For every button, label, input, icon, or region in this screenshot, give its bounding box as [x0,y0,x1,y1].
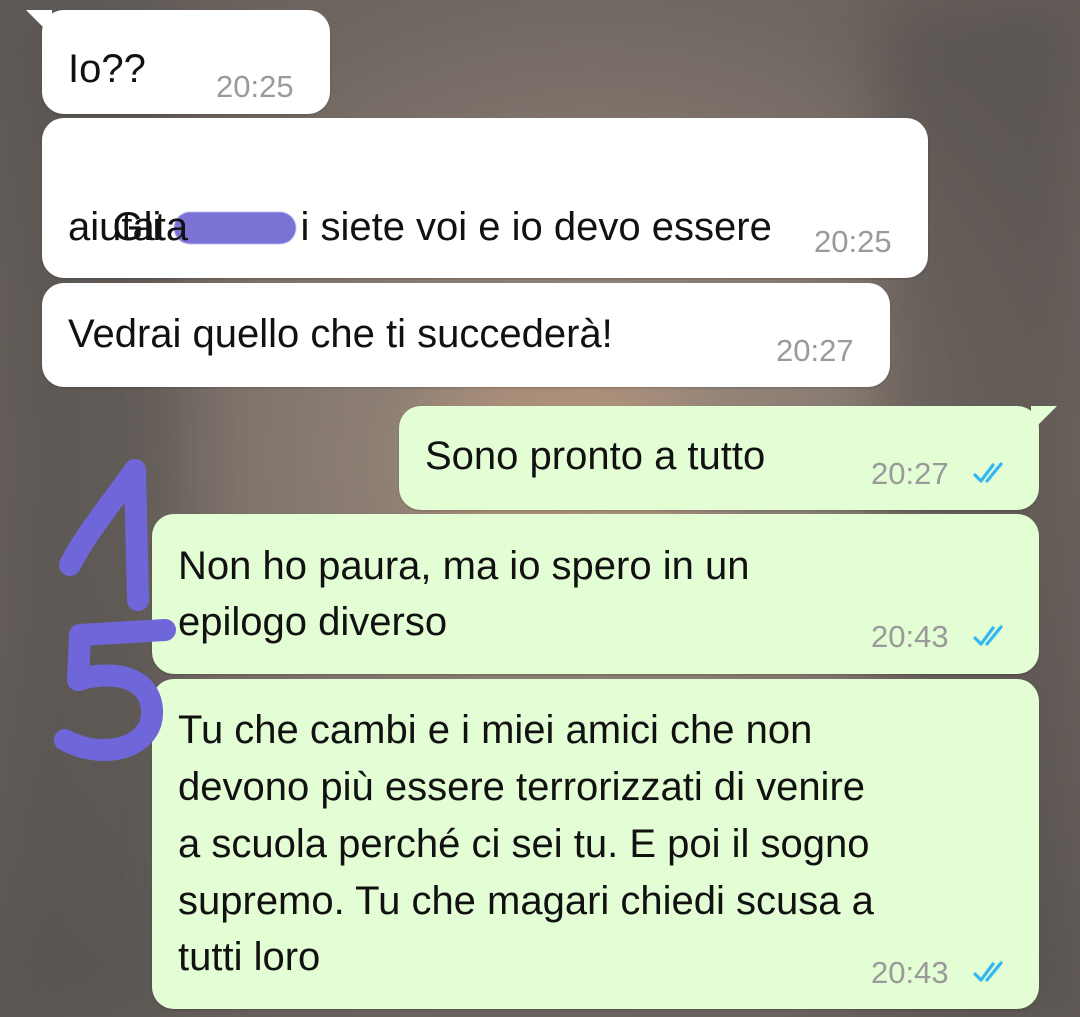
message-text: Vedrai quello che ti succederà! [68,312,613,356]
double-check-icon [973,961,1003,982]
message-text-line: a scuola perché ci sei tu. E poi il sogn… [178,822,870,866]
message-bubble-outgoing[interactable]: Tu che cambi e i miei amici che non devo… [152,679,1039,1009]
message-text-line: Non ho paura, ma io spero in un [178,544,750,588]
message-bubble-incoming[interactable]: Vedrai quello che ti succederà! 20:27 [42,283,890,387]
message-bubble-incoming[interactable]: Io?? 20:25 [26,10,330,114]
message-timestamp: 20:27 [776,333,854,368]
message-text-line2: aiutata [68,205,189,249]
message-timestamp: 20:25 [814,224,892,259]
message-text-end: i siete voi e io devo essere [300,205,772,249]
redaction-mark [174,212,297,244]
message-text-line: Tu che cambi e i miei amici che non [178,708,813,752]
message-text-line: epilogo diverso [178,600,448,644]
message-bubble-outgoing[interactable]: Non ho paura, ma io spero in un epilogo … [152,514,1039,674]
message-text-line: tutti loro [178,935,321,979]
message-timestamp: 20:27 [871,456,949,491]
message-bubble-incoming[interactable]: Gli i siete voi e io devo essere aiutata… [42,118,928,278]
double-check-icon [973,625,1003,646]
message-text-line: supremo. Tu che magari chiedi scusa a [178,879,874,923]
message-text: Sono pronto a tutto [425,434,766,478]
bubble-tail [26,10,52,36]
double-check-icon [973,462,1003,483]
message-bubble-outgoing[interactable]: Sono pronto a tutto 20:27 [399,406,1057,510]
bubble-tail [1031,406,1057,432]
message-text: Io?? [68,47,146,91]
message-text-line: devono più essere terrorizzati di venire [178,765,866,809]
message-timestamp: 20:43 [871,619,949,654]
message-timestamp: 20:25 [216,69,294,104]
message-timestamp: 20:43 [871,955,949,990]
